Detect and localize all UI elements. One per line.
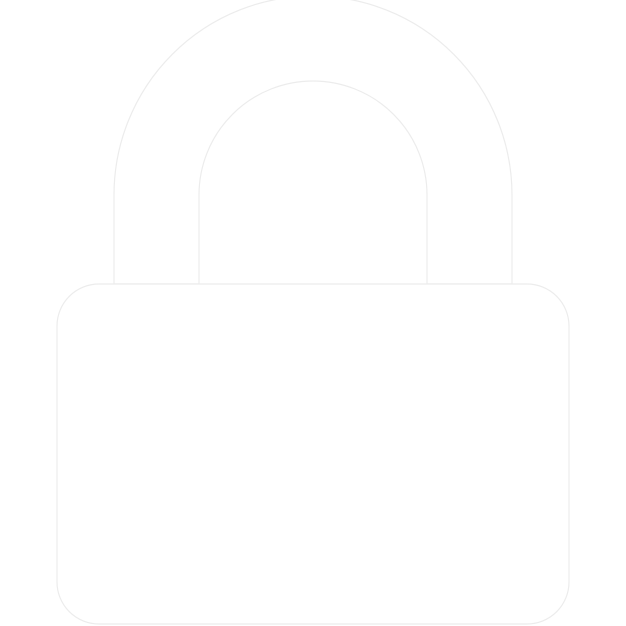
lock-icon [56, 0, 570, 625]
lock-body [56, 283, 570, 625]
icon-canvas [0, 0, 626, 626]
lock-shackle [113, 0, 513, 285]
